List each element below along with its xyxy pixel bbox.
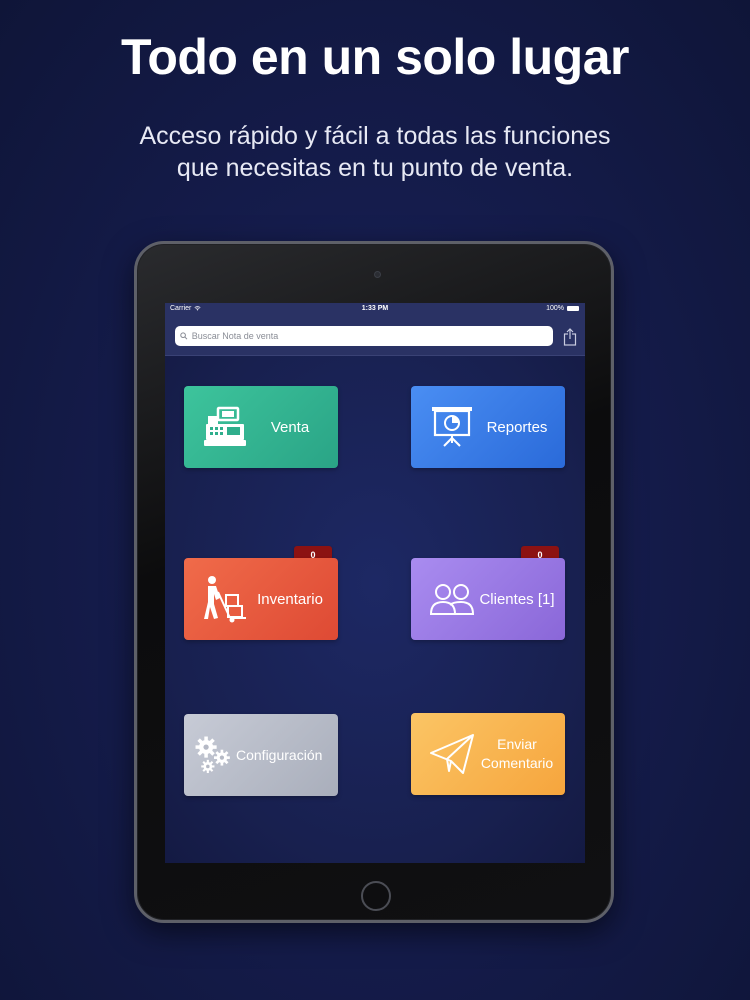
status-time: 1:33 PM: [361, 305, 389, 312]
enviar-label-line-1: Enviar: [497, 736, 537, 752]
configuracion-button[interactable]: Configuración: [184, 714, 338, 796]
venta-button[interactable]: Venta: [184, 386, 338, 468]
reportes-button[interactable]: Reportes: [411, 386, 565, 468]
clientes-label: Clientes [1]: [479, 590, 555, 608]
cash-register-icon: [204, 406, 246, 446]
search-input[interactable]: [191, 331, 553, 341]
enviar-comentario-label: Enviar Comentario: [477, 735, 565, 773]
app-screen: Carrier 1:33 PM 100% Buscar Nota de vent…: [165, 303, 585, 863]
paper-plane-icon: [430, 734, 474, 774]
enviar-comentario-button[interactable]: Enviar Comentario: [411, 713, 565, 795]
search-icon: [180, 332, 188, 340]
home-button[interactable]: [361, 881, 391, 911]
configuracion-label: Configuración: [236, 746, 323, 763]
users-icon: [429, 584, 475, 615]
nav-bar: [165, 316, 585, 356]
reportes-label: Reportes: [486, 418, 548, 436]
search-bar[interactable]: [175, 326, 553, 346]
status-battery: 100%: [546, 305, 579, 312]
camera-icon: [374, 271, 381, 278]
clientes-button[interactable]: Clientes [1]: [411, 558, 565, 640]
status-bar: Carrier 1:33 PM 100%: [165, 303, 585, 316]
enviar-label-line-2: Comentario: [480, 755, 554, 771]
battery-percent: 100%: [546, 305, 564, 312]
presentation-chart-icon: [432, 407, 472, 447]
promo-subtitle-line-2: que necesitas en tu punto de venta.: [176, 154, 574, 182]
gears-icon: [195, 736, 230, 774]
venta-label: Venta: [270, 418, 310, 436]
promo-subtitle-line-1: Acceso rápido y fácil a todas las funcio…: [139, 122, 611, 150]
inventario-label: Inventario: [257, 590, 323, 608]
ipad-device: Carrier 1:33 PM 100% Buscar Nota de vent…: [134, 241, 614, 923]
inventario-button[interactable]: Inventario: [184, 558, 338, 640]
hand-truck-icon: [204, 576, 246, 623]
promo-title: Todo en un solo lugar: [121, 29, 629, 85]
promo-subtitle: Acceso rápido y fácil a todas las funcio…: [0, 120, 750, 184]
battery-icon: [567, 306, 579, 311]
share-icon[interactable]: [563, 328, 577, 346]
